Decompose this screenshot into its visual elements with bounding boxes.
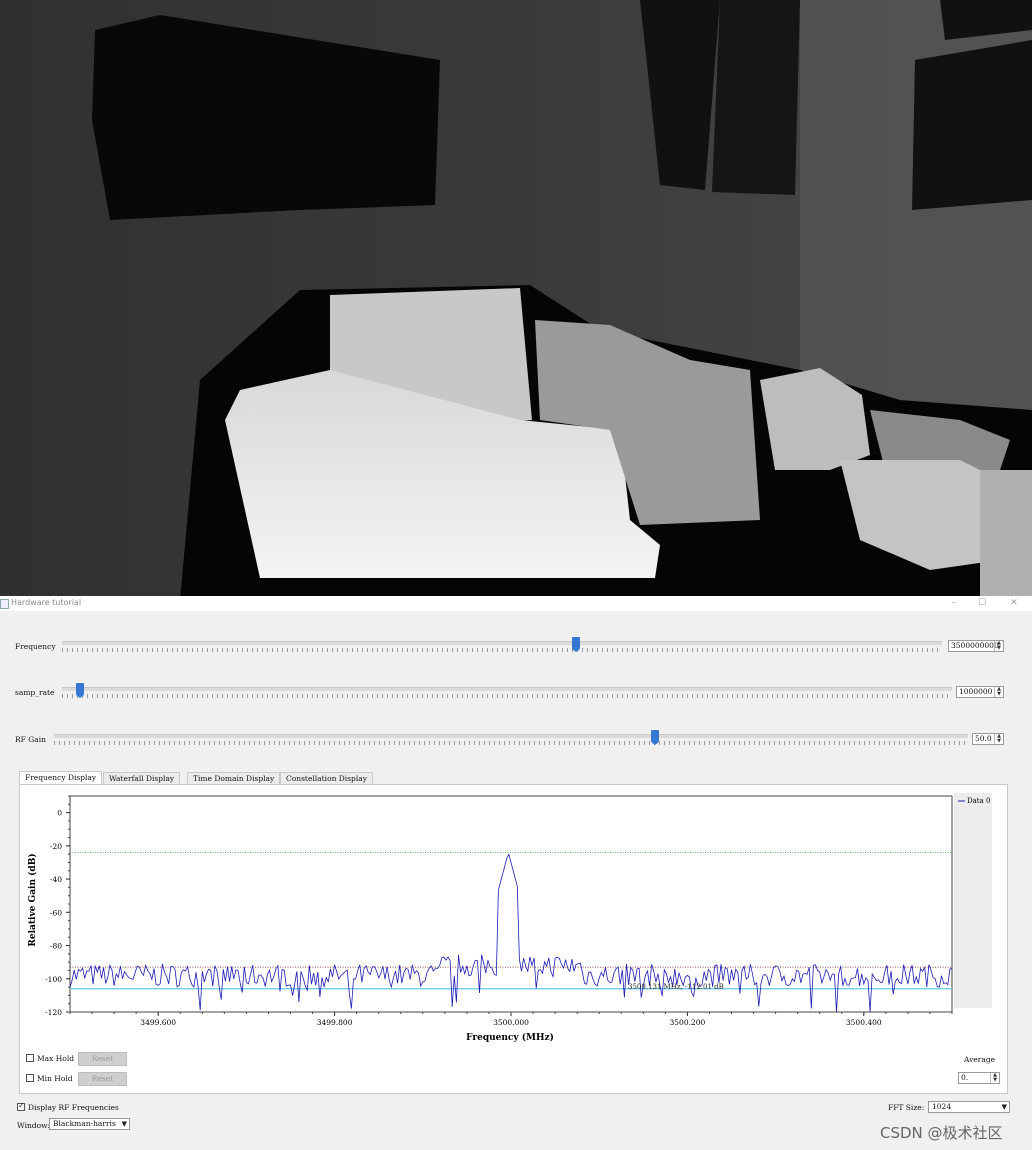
- plot-frame: [69, 795, 953, 1013]
- y-tick-label-3: -60: [50, 908, 62, 917]
- chevron-down-icon: ▼: [121, 1120, 127, 1128]
- x-tick-label-3: 3500.200: [670, 1018, 706, 1027]
- legend-label-data0[interactable]: Data 0: [967, 797, 990, 805]
- y-tick-label-0: 0: [57, 809, 62, 818]
- x-tick-label-2: 3500.000: [493, 1018, 529, 1027]
- y-axis: 0 -20 -40 -60 -80 -100 -120: [45, 795, 70, 1017]
- x-axis: 3499.600 3499.800 3500.000 3500.200 3500.400: [69, 1012, 953, 1027]
- x-axis-label: Frequency (MHz): [466, 1032, 554, 1043]
- chevron-down-icon: ▼: [1001, 1103, 1007, 1111]
- average-spin-arrows[interactable]: ▲ ▼: [990, 1073, 999, 1083]
- average-label: Average: [964, 1055, 996, 1064]
- y-tick-label-6: -120: [45, 1008, 62, 1017]
- y-tick-label-5: -100: [45, 975, 62, 984]
- legend-panel: [954, 793, 992, 1008]
- depth-camera-image: [0, 0, 1032, 596]
- fft-size-value: 1024: [932, 1102, 952, 1111]
- y-tick-label-1: -20: [50, 842, 62, 851]
- x-tick-label-4: 3500.400: [846, 1018, 882, 1027]
- fft-size-dropdown[interactable]: 1024 ▼: [928, 1101, 1010, 1113]
- display-rf-frequencies-checkbox[interactable]: [17, 1101, 25, 1111]
- x-tick-label-0: 3499.600: [140, 1018, 176, 1027]
- fft-size-label: FFT Size:: [888, 1103, 925, 1112]
- average-value: 0.: [961, 1073, 969, 1082]
- marker-readout: 3500.131 MHz, -112.01 dB: [628, 983, 724, 991]
- y-axis-label: Relative Gain (dB): [27, 853, 38, 946]
- y-tick-label-4: -80: [50, 942, 62, 951]
- window-label: Window:: [17, 1121, 51, 1130]
- min-hold-label: Min Hold: [37, 1074, 73, 1083]
- min-hold-reset-button[interactable]: Reset: [78, 1072, 127, 1086]
- display-rf-frequencies-label: Display RF Frequencies: [28, 1103, 119, 1112]
- max-hold-checkbox[interactable]: [26, 1054, 34, 1062]
- watermark: CSDN @极术社区: [880, 1124, 1003, 1142]
- max-hold-reset-button[interactable]: Reset: [78, 1052, 127, 1066]
- window-value: Blackman-harris: [53, 1119, 116, 1128]
- window-dropdown[interactable]: Blackman-harris ▼: [49, 1118, 130, 1130]
- frequency-plot: 0 -20 -40 -60 -80 -100 -120 3499.600 3499.800 35…: [27, 793, 992, 1043]
- hardware-tutorial-window: Hardware tutorial – ☐ ✕ Frequency 350000…: [0, 596, 1032, 1150]
- x-tick-label-1: 3499.800: [317, 1018, 353, 1027]
- y-tick-label-2: -40: [50, 875, 62, 884]
- min-hold-checkbox[interactable]: [26, 1074, 34, 1082]
- max-hold-label: Max Hold: [37, 1054, 75, 1063]
- plot-area: [69, 795, 953, 1013]
- average-spinbox[interactable]: 0. ▲ ▼: [958, 1072, 1000, 1084]
